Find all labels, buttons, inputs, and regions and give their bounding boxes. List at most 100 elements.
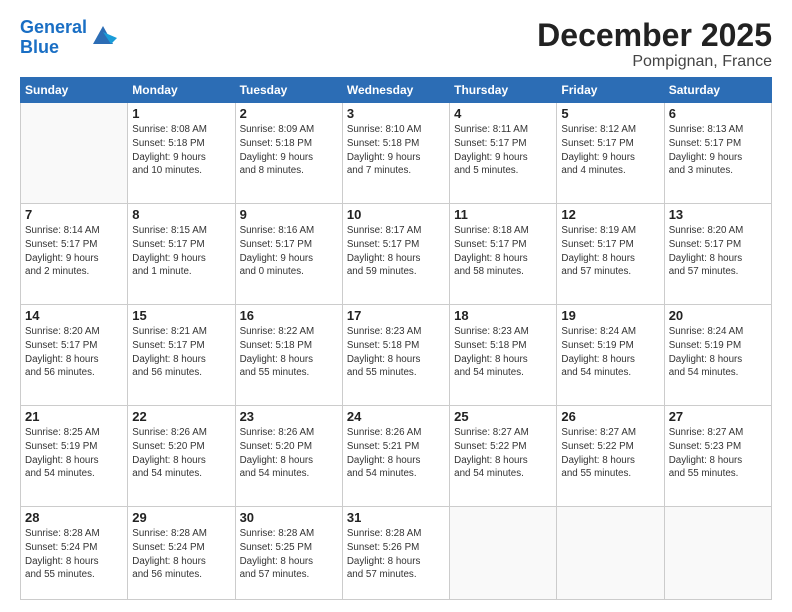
cell-info: Sunrise: 8:24 AMSunset: 5:19 PMDaylight:… <box>561 325 659 380</box>
calendar-cell <box>664 507 771 600</box>
cell-date: 21 <box>25 409 123 424</box>
cell-date: 31 <box>347 510 445 525</box>
cell-info: Sunrise: 8:26 AMSunset: 5:20 PMDaylight:… <box>132 426 230 481</box>
cell-info: Sunrise: 8:19 AMSunset: 5:17 PMDaylight:… <box>561 224 659 279</box>
cell-date: 14 <box>25 308 123 323</box>
cell-date: 19 <box>561 308 659 323</box>
cell-info: Sunrise: 8:25 AMSunset: 5:19 PMDaylight:… <box>25 426 123 481</box>
calendar-cell: 5 Sunrise: 8:12 AMSunset: 5:17 PMDaylight… <box>557 103 664 204</box>
cell-date: 12 <box>561 207 659 222</box>
calendar-cell: 28 Sunrise: 8:28 AMSunset: 5:24 PMDayligh… <box>21 507 128 600</box>
calendar-title: December 2025 <box>537 18 772 53</box>
logo-icon <box>89 22 117 50</box>
header-cell-saturday: Saturday <box>664 78 771 103</box>
cell-info: Sunrise: 8:20 AMSunset: 5:17 PMDaylight:… <box>25 325 123 380</box>
cell-date: 15 <box>132 308 230 323</box>
header-cell-sunday: Sunday <box>21 78 128 103</box>
header-cell-wednesday: Wednesday <box>342 78 449 103</box>
cell-info: Sunrise: 8:21 AMSunset: 5:17 PMDaylight:… <box>132 325 230 380</box>
calendar-cell: 26Sunrise: 8:27 AMSunset: 5:22 PMDayligh… <box>557 406 664 507</box>
cell-date: 26 <box>561 409 659 424</box>
week-row-2: 14 Sunrise: 8:20 AMSunset: 5:17 PMDayligh… <box>21 305 772 406</box>
cell-info: Sunrise: 8:15 AMSunset: 5:17 PMDaylight:… <box>132 224 230 279</box>
cell-date: 24 <box>347 409 445 424</box>
title-block: December 2025 Pompignan, France <box>537 18 772 71</box>
cell-date: 16 <box>240 308 338 323</box>
cell-date: 29 <box>132 510 230 525</box>
cell-date: 25 <box>454 409 552 424</box>
cell-date: 10 <box>347 207 445 222</box>
calendar-cell <box>557 507 664 600</box>
cell-info: Sunrise: 8:12 AMSunset: 5:17 PMDaylight:… <box>561 123 659 178</box>
cell-date: 17 <box>347 308 445 323</box>
calendar-cell: 29 Sunrise: 8:28 AMSunset: 5:24 PMDayligh… <box>128 507 235 600</box>
cell-date: 28 <box>25 510 123 525</box>
calendar-page: General Blue December 2025 Pompignan, Fr… <box>0 0 792 612</box>
calendar-cell: 7Sunrise: 8:14 AMSunset: 5:17 PMDaylight… <box>21 204 128 305</box>
calendar-cell: 23 Sunrise: 8:26 AMSunset: 5:20 PMDayligh… <box>235 406 342 507</box>
header-cell-thursday: Thursday <box>450 78 557 103</box>
logo: General Blue <box>20 18 117 58</box>
cell-date: 8 <box>132 207 230 222</box>
calendar-cell: 9 Sunrise: 8:16 AMSunset: 5:17 PMDaylight… <box>235 204 342 305</box>
calendar-cell: 31Sunrise: 8:28 AMSunset: 5:26 PMDayligh… <box>342 507 449 600</box>
cell-date: 4 <box>454 106 552 121</box>
cell-date: 2 <box>240 106 338 121</box>
cell-info: Sunrise: 8:28 AMSunset: 5:25 PMDaylight:… <box>240 527 338 582</box>
cell-info: Sunrise: 8:18 AMSunset: 5:17 PMDaylight:… <box>454 224 552 279</box>
cell-info: Sunrise: 8:26 AMSunset: 5:21 PMDaylight:… <box>347 426 445 481</box>
calendar-cell: 13Sunrise: 8:20 AMSunset: 5:17 PMDayligh… <box>664 204 771 305</box>
calendar-cell: 18Sunrise: 8:23 AMSunset: 5:18 PMDayligh… <box>450 305 557 406</box>
cell-date: 9 <box>240 207 338 222</box>
cell-info: Sunrise: 8:23 AMSunset: 5:18 PMDaylight:… <box>454 325 552 380</box>
calendar-cell: 24 Sunrise: 8:26 AMSunset: 5:21 PMDayligh… <box>342 406 449 507</box>
header-cell-friday: Friday <box>557 78 664 103</box>
cell-date: 11 <box>454 207 552 222</box>
cell-info: Sunrise: 8:13 AMSunset: 5:17 PMDaylight:… <box>669 123 767 178</box>
week-row-1: 7Sunrise: 8:14 AMSunset: 5:17 PMDaylight… <box>21 204 772 305</box>
cell-date: 5 <box>561 106 659 121</box>
cell-info: Sunrise: 8:28 AMSunset: 5:24 PMDaylight:… <box>25 527 123 582</box>
cell-date: 27 <box>669 409 767 424</box>
cell-info: Sunrise: 8:09 AMSunset: 5:18 PMDaylight:… <box>240 123 338 178</box>
calendar-cell: 17Sunrise: 8:23 AMSunset: 5:18 PMDayligh… <box>342 305 449 406</box>
header: General Blue December 2025 Pompignan, Fr… <box>20 18 772 71</box>
cell-date: 3 <box>347 106 445 121</box>
cell-info: Sunrise: 8:10 AMSunset: 5:18 PMDaylight:… <box>347 123 445 178</box>
calendar-cell: 21 Sunrise: 8:25 AMSunset: 5:19 PMDayligh… <box>21 406 128 507</box>
cell-info: Sunrise: 8:16 AMSunset: 5:17 PMDaylight:… <box>240 224 338 279</box>
cell-info: Sunrise: 8:27 AMSunset: 5:22 PMDaylight:… <box>454 426 552 481</box>
calendar-cell <box>450 507 557 600</box>
calendar-cell: 16 Sunrise: 8:22 AMSunset: 5:18 PMDayligh… <box>235 305 342 406</box>
calendar-cell: 8 Sunrise: 8:15 AMSunset: 5:17 PMDaylight… <box>128 204 235 305</box>
calendar-cell: 2 Sunrise: 8:09 AMSunset: 5:18 PMDaylight… <box>235 103 342 204</box>
calendar-cell: 11 Sunrise: 8:18 AMSunset: 5:17 PMDayligh… <box>450 204 557 305</box>
calendar-cell: 6Sunrise: 8:13 AMSunset: 5:17 PMDaylight… <box>664 103 771 204</box>
cell-info: Sunrise: 8:11 AMSunset: 5:17 PMDaylight:… <box>454 123 552 178</box>
cell-info: Sunrise: 8:20 AMSunset: 5:17 PMDaylight:… <box>669 224 767 279</box>
cell-date: 20 <box>669 308 767 323</box>
logo-text: General <box>20 18 87 38</box>
week-row-3: 21 Sunrise: 8:25 AMSunset: 5:19 PMDayligh… <box>21 406 772 507</box>
calendar-cell: 3 Sunrise: 8:10 AMSunset: 5:18 PMDaylight… <box>342 103 449 204</box>
cell-info: Sunrise: 8:22 AMSunset: 5:18 PMDaylight:… <box>240 325 338 380</box>
calendar-cell: 10 Sunrise: 8:17 AMSunset: 5:17 PMDayligh… <box>342 204 449 305</box>
calendar-cell: 25 Sunrise: 8:27 AMSunset: 5:22 PMDayligh… <box>450 406 557 507</box>
calendar-cell: 27Sunrise: 8:27 AMSunset: 5:23 PMDayligh… <box>664 406 771 507</box>
calendar-cell: 4 Sunrise: 8:11 AMSunset: 5:17 PMDaylight… <box>450 103 557 204</box>
cell-info: Sunrise: 8:14 AMSunset: 5:17 PMDaylight:… <box>25 224 123 279</box>
cell-info: Sunrise: 8:24 AMSunset: 5:19 PMDaylight:… <box>669 325 767 380</box>
calendar-cell: 1Sunrise: 8:08 AMSunset: 5:18 PMDaylight… <box>128 103 235 204</box>
calendar-body: 1Sunrise: 8:08 AMSunset: 5:18 PMDaylight… <box>21 103 772 600</box>
cell-date: 23 <box>240 409 338 424</box>
cell-info: Sunrise: 8:26 AMSunset: 5:20 PMDaylight:… <box>240 426 338 481</box>
cell-info: Sunrise: 8:17 AMSunset: 5:17 PMDaylight:… <box>347 224 445 279</box>
header-row: SundayMondayTuesdayWednesdayThursdayFrid… <box>21 78 772 103</box>
calendar-cell: 19 Sunrise: 8:24 AMSunset: 5:19 PMDayligh… <box>557 305 664 406</box>
cell-info: Sunrise: 8:28 AMSunset: 5:24 PMDaylight:… <box>132 527 230 582</box>
calendar-cell: 15 Sunrise: 8:21 AMSunset: 5:17 PMDayligh… <box>128 305 235 406</box>
calendar-cell: 12 Sunrise: 8:19 AMSunset: 5:17 PMDayligh… <box>557 204 664 305</box>
calendar-cell <box>21 103 128 204</box>
calendar-cell: 22Sunrise: 8:26 AMSunset: 5:20 PMDayligh… <box>128 406 235 507</box>
cell-date: 30 <box>240 510 338 525</box>
